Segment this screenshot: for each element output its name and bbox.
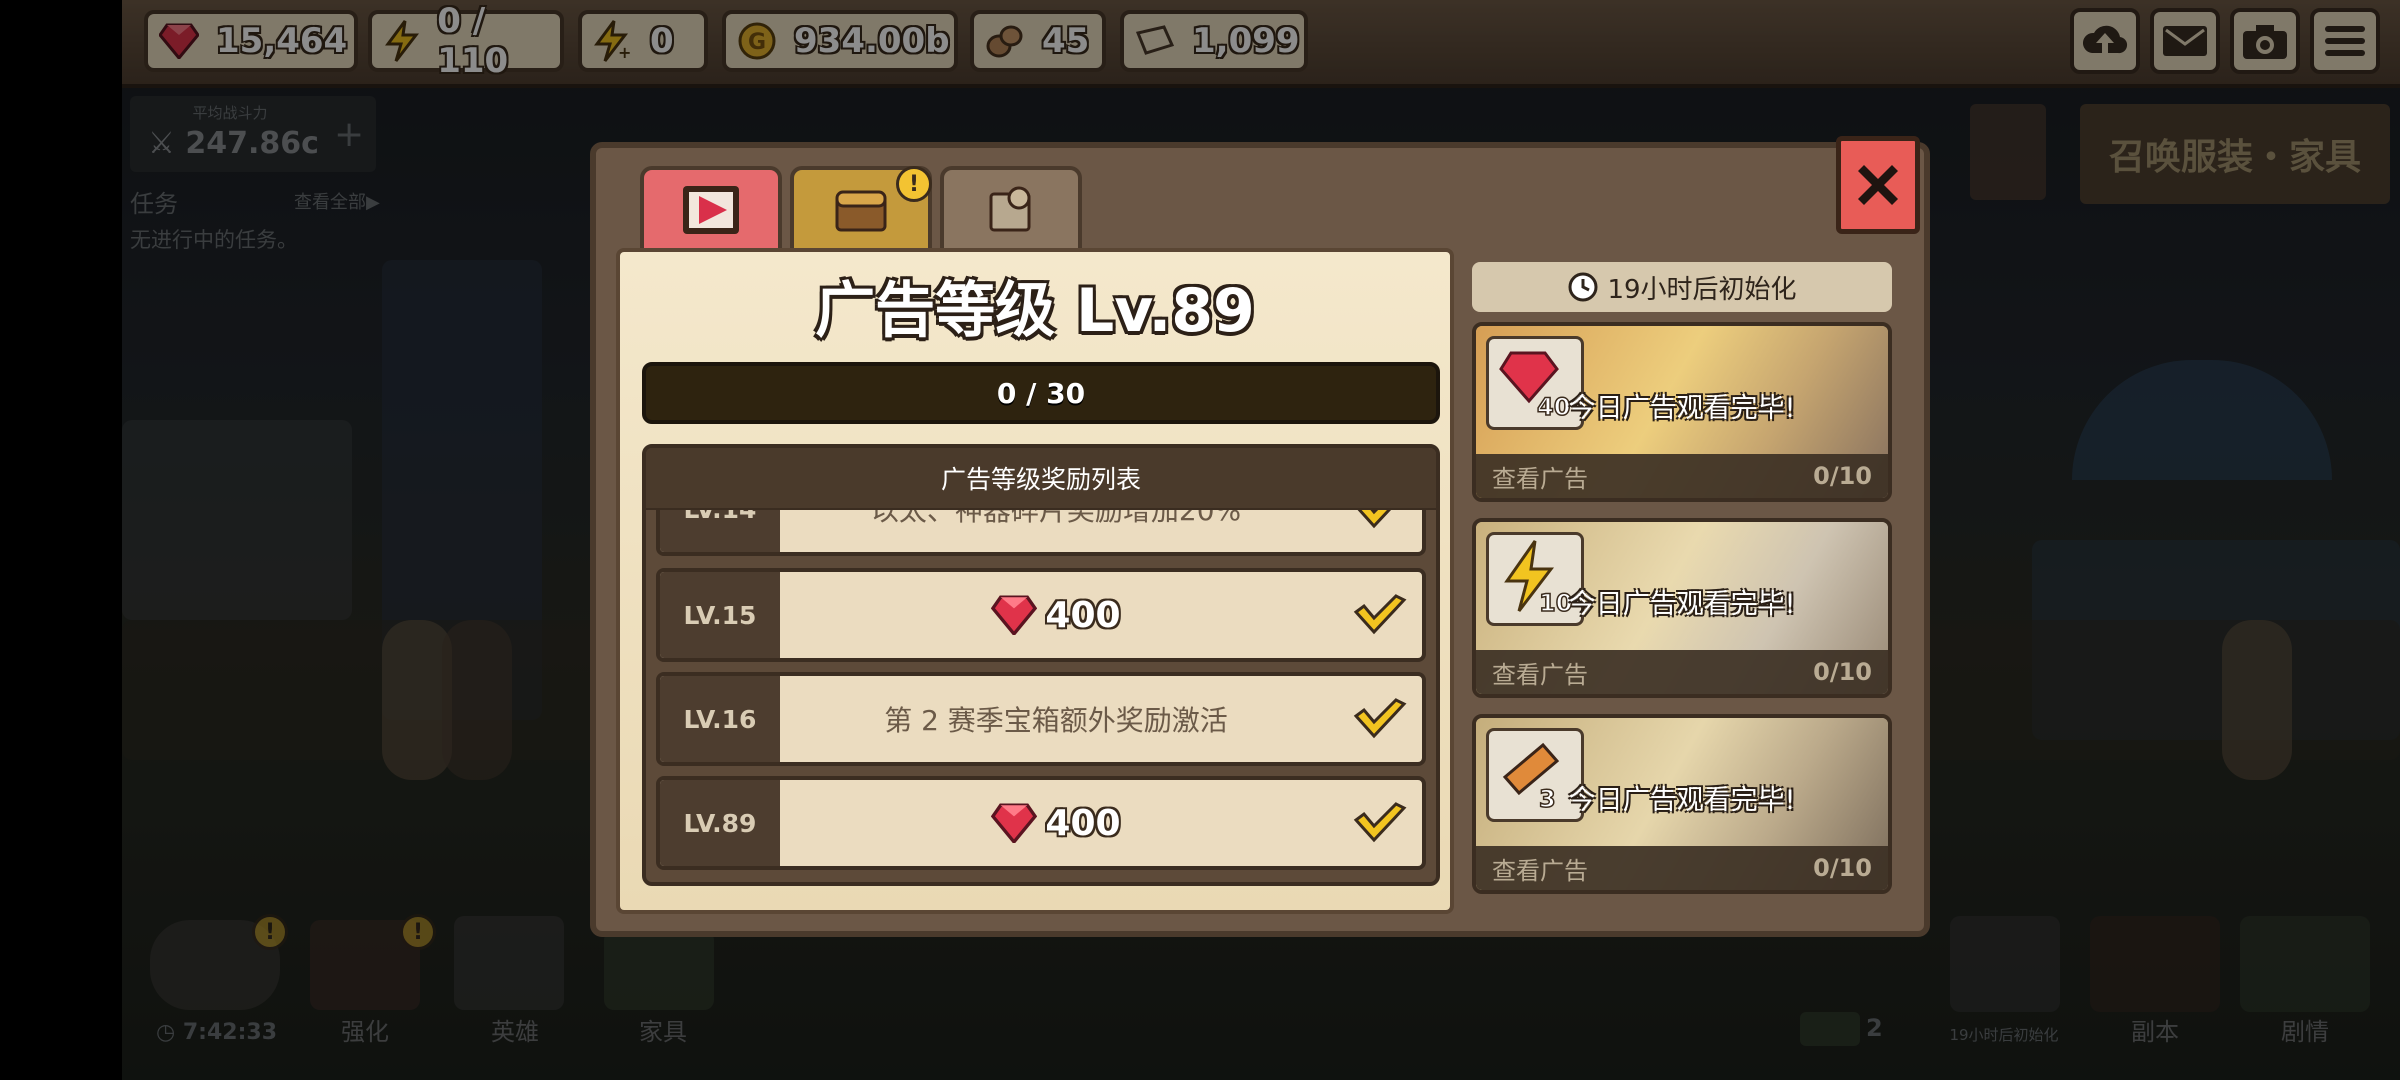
book-icon <box>989 186 1031 232</box>
reward-amount: 400 <box>1045 802 1121 844</box>
check-icon <box>1353 698 1407 739</box>
check-icon <box>1353 802 1407 843</box>
watch-ad-label: 查看广告 <box>1492 660 1588 689</box>
ad-card-footer: 查看广告 0/10 <box>1476 650 1888 694</box>
chest-tab-alert-badge: ! <box>896 166 932 202</box>
check-icon <box>1353 594 1407 635</box>
ad-level-title: 广告等级 Lv.89 <box>815 276 1255 346</box>
tab-ad-video[interactable] <box>640 166 782 250</box>
film-play-icon <box>683 186 739 234</box>
reward-content: 400 <box>780 572 1332 658</box>
tab-book[interactable] <box>940 166 1082 250</box>
reset-timer-text: 19小时后初始化 <box>1607 274 1797 305</box>
reward-amount: 400 <box>1045 594 1121 636</box>
ad-progress-bar: 0 / 30 <box>642 362 1440 424</box>
ad-status: 今日广告观看完毕! <box>1568 589 1796 620</box>
chest-icon <box>835 190 887 232</box>
reward-row: LV.15 400 <box>656 568 1426 662</box>
ruby-icon <box>991 595 1038 635</box>
ad-status: 今日广告观看完毕! <box>1568 785 1796 816</box>
ad-card-footer: 查看广告 0/10 <box>1476 846 1888 890</box>
ad-count: 0/10 <box>1813 462 1872 490</box>
watch-ad-label: 查看广告 <box>1492 464 1588 493</box>
close-button[interactable] <box>1836 136 1920 234</box>
ad-card-ruby[interactable]: 40 今日广告观看完毕! 查看广告 0/10 <box>1472 322 1892 502</box>
reward-row: LV.89 400 <box>656 776 1426 870</box>
ad-count: 0/10 <box>1813 658 1872 686</box>
ad-count: 0/10 <box>1813 854 1872 882</box>
reward-content: 400 <box>780 780 1332 866</box>
reward-level: LV.16 <box>660 676 780 762</box>
ad-card-ticket[interactable]: 3 今日广告观看完毕! 查看广告 0/10 <box>1472 714 1892 894</box>
ruby-icon <box>991 803 1038 843</box>
reward-list[interactable]: 广告等级奖励列表 LV.14 以太、神器碎片奖励增加20% LV.15 400 … <box>642 444 1440 886</box>
reward-level: LV.89 <box>660 780 780 866</box>
ad-card-energy[interactable]: 10 今日广告观看完毕! 查看广告 0/10 <box>1472 518 1892 698</box>
ad-card-footer: 查看广告 0/10 <box>1476 454 1888 498</box>
reset-timer: 19小时后初始化 <box>1472 262 1892 312</box>
reward-text: 第 2 赛季宝箱额外奖励激活 <box>884 704 1228 737</box>
reward-level: LV.15 <box>660 572 780 658</box>
ad-progress-text: 0 / 30 <box>996 376 1086 410</box>
ad-status: 今日广告观看完毕! <box>1568 393 1796 424</box>
reward-row: LV.16 第 2 赛季宝箱额外奖励激活 <box>656 672 1426 766</box>
watch-ad-label: 查看广告 <box>1492 856 1588 885</box>
reward-list-title: 广告等级奖励列表 <box>646 448 1436 510</box>
close-icon <box>1858 165 1898 205</box>
clock-icon <box>1568 272 1598 302</box>
